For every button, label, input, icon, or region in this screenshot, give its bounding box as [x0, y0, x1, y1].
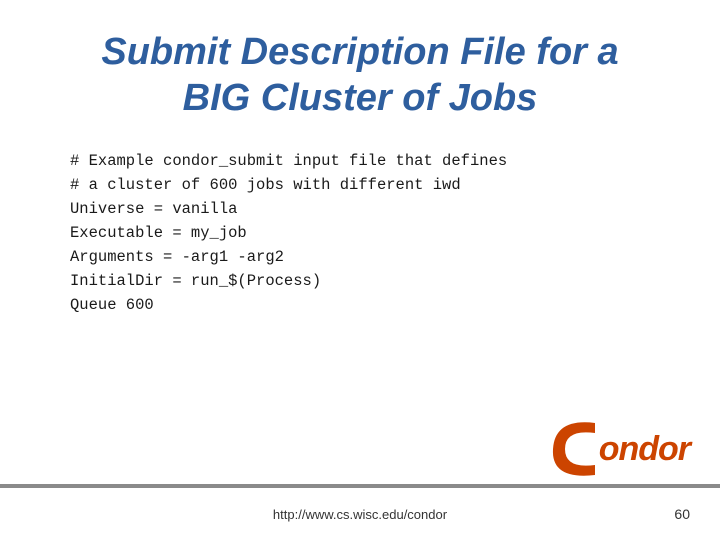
- code-block: # Example condor_submit input file that …: [70, 149, 670, 317]
- slide-title: Submit Description File for a BIG Cluste…: [50, 30, 670, 121]
- code-line-5: Arguments = -arg1 -arg2: [70, 245, 670, 269]
- page-number: 60: [674, 506, 690, 522]
- code-line-7: Queue 600: [70, 293, 670, 317]
- code-line-3: Universe = vanilla: [70, 197, 670, 221]
- code-line-1: # Example condor_submit input file that …: [70, 149, 670, 173]
- condor-logo: ondor: [545, 413, 690, 485]
- code-line-6: InitialDir = run_$(Process): [70, 269, 670, 293]
- slide: Submit Description File for a BIG Cluste…: [0, 0, 720, 540]
- code-line-2: # a cluster of 600 jobs with different i…: [70, 173, 670, 197]
- title-line2: BIG Cluster of Jobs: [50, 76, 670, 122]
- footer: http://www.cs.wisc.edu/condor: [0, 507, 720, 522]
- code-line-4: Executable = my_job: [70, 221, 670, 245]
- title-line1: Submit Description File for a: [50, 30, 670, 76]
- footer-url: http://www.cs.wisc.edu/condor: [273, 507, 447, 522]
- condor-c-icon: [545, 413, 603, 485]
- condor-ondor-text: ondor: [599, 430, 690, 469]
